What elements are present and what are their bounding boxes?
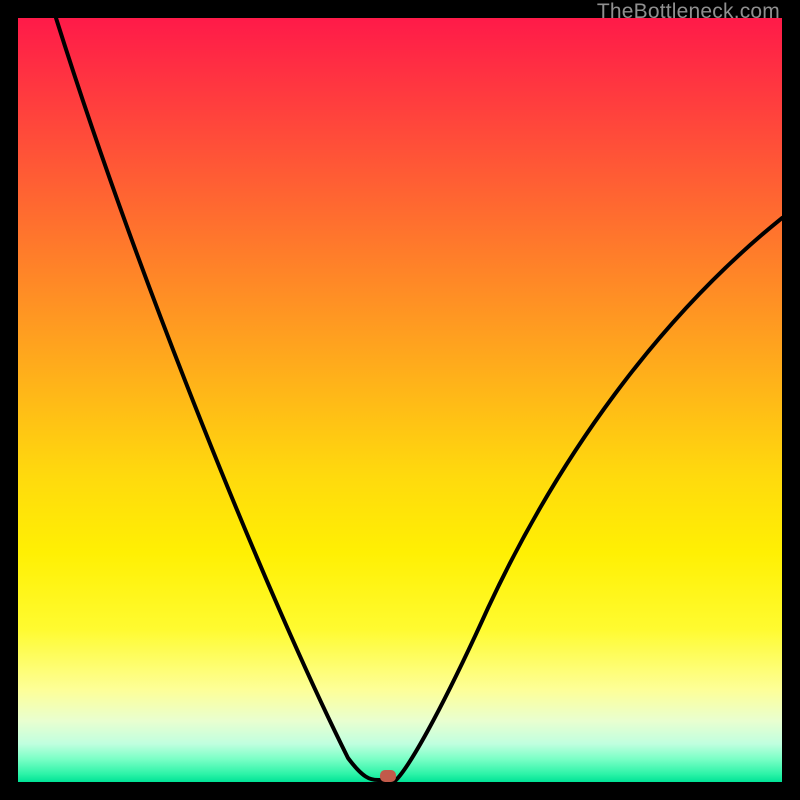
chart-frame: TheBottleneck.com: [0, 0, 800, 800]
watermark-text: TheBottleneck.com: [597, 0, 780, 24]
heat-gradient-background: [18, 18, 782, 782]
optimal-point-marker: [380, 770, 396, 782]
